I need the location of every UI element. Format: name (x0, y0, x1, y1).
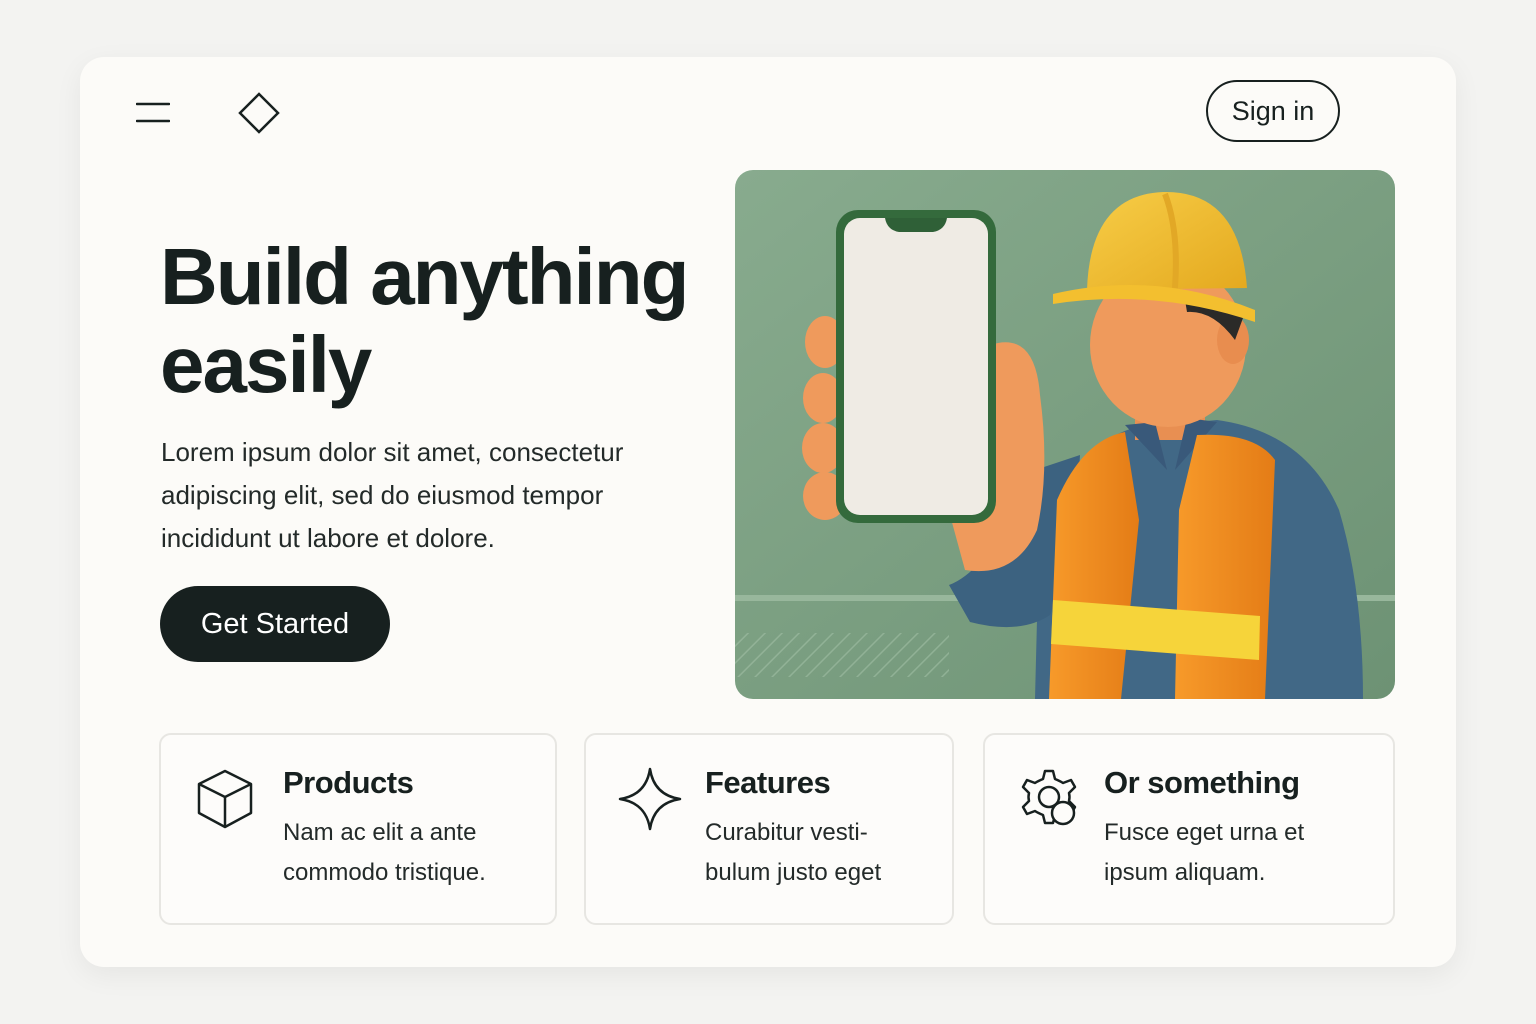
sign-in-button[interactable]: Sign in (1206, 80, 1340, 142)
feature-card-features[interactable]: Features Curabitur vesti- bulum justo eg… (584, 733, 954, 925)
cube-icon (193, 767, 257, 831)
hero-title: Build anything easily (160, 232, 690, 409)
feature-description: Curabitur vesti- bulum justo eget (705, 819, 882, 886)
feature-card-products[interactable]: Products Nam ac elit a ante commodo tris… (159, 733, 557, 925)
settings-icon (1017, 767, 1081, 831)
hero-description: Lorem ipsum dolor sit amet, consectetur … (161, 437, 624, 553)
get-started-button[interactable]: Get Started (160, 586, 390, 662)
feature-description: Nam ac elit a ante commodo tristique. (283, 819, 486, 886)
feature-title: Products (283, 765, 414, 800)
feature-description: Fusce eget urna et ipsum aliquam. (1104, 819, 1305, 886)
sparkle-icon (618, 767, 682, 831)
diamond-logo-icon[interactable] (238, 92, 280, 134)
feature-title: Or something (1104, 765, 1300, 800)
feature-title: Features (705, 765, 831, 800)
landing-card: Sign in Build anything easily Lorem ipsu… (80, 57, 1456, 967)
feature-card-or-something[interactable]: Or something Fusce eget urna et ipsum al… (983, 733, 1395, 925)
hero-illustration (735, 170, 1395, 699)
hamburger-menu-icon[interactable] (135, 101, 171, 125)
